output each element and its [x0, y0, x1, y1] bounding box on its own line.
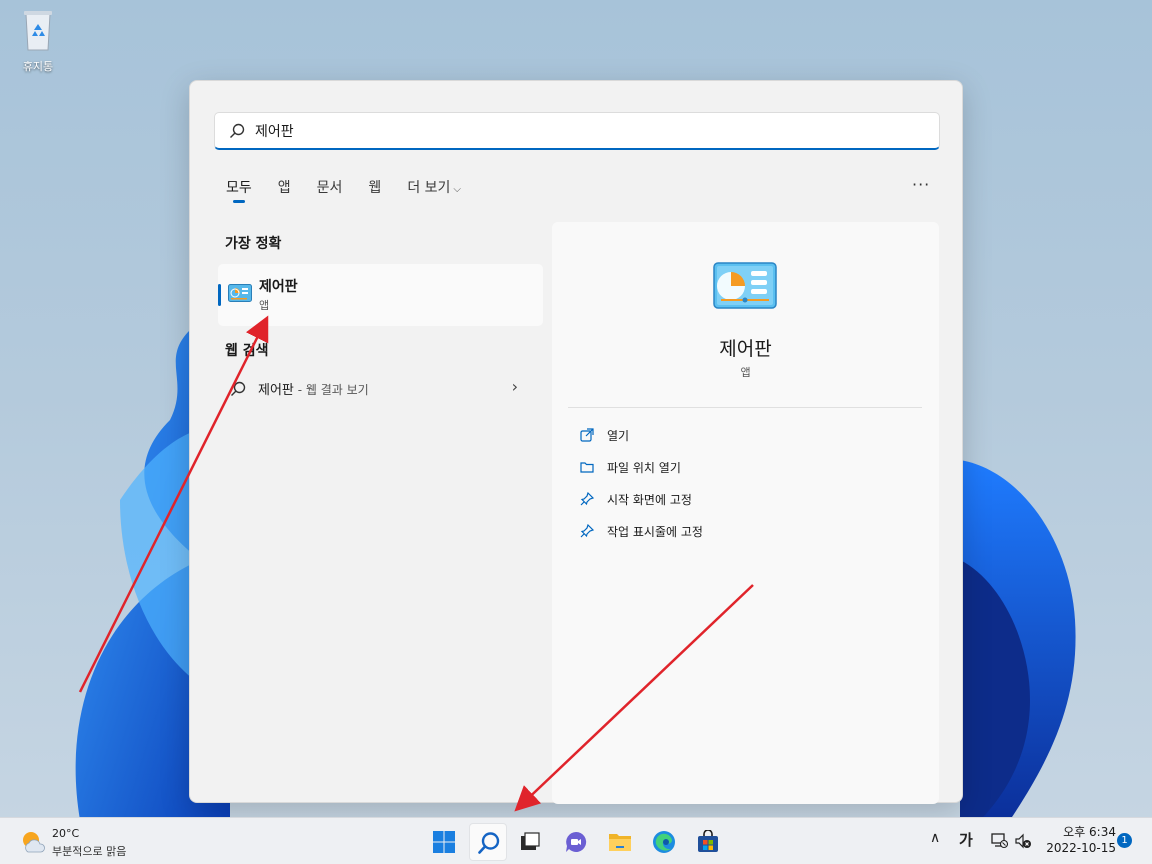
search-panel: 제어판 모두 앱 문서 웹 더 보기 ⌵ ··· 가장 정확 제어판 앱 웹 검색… — [189, 80, 963, 804]
selection-indicator — [218, 284, 221, 306]
action-pin-to-start-label: 시작 화면에 고정 — [607, 493, 692, 507]
chevron-right-icon: › — [511, 377, 518, 396]
weather-condition: 부분적으로 맑음 — [52, 845, 127, 858]
search-icon — [478, 832, 500, 854]
clock-time: 오후 6:34 — [1063, 825, 1116, 839]
filter-tabs: 모두 앱 문서 웹 더 보기 ⌵ — [226, 177, 487, 203]
detail-title: 제어판 — [719, 338, 772, 360]
action-open-label: 열기 — [607, 429, 630, 443]
file-explorer-icon — [609, 834, 631, 851]
web-search-item[interactable]: 제어판 - 웹 결과 보기 › — [230, 377, 530, 401]
chat-button[interactable] — [557, 823, 595, 861]
search-input[interactable]: 제어판 — [214, 112, 940, 150]
recycle-bin-label: 휴지통 — [22, 60, 54, 73]
store-icon — [698, 830, 718, 852]
chevron-down-icon: ⌵ — [453, 184, 461, 195]
notification-badge[interactable]: 1 — [1117, 833, 1132, 848]
search-icon — [231, 381, 246, 396]
more-options-button[interactable]: ··· — [912, 175, 930, 194]
search-query: 제어판 — [255, 123, 294, 140]
folder-icon — [580, 462, 594, 473]
best-match-item[interactable]: 제어판 앱 — [218, 264, 543, 326]
weather-temperature: 20°C — [52, 827, 80, 840]
action-open-file-location-label: 파일 위치 열기 — [607, 461, 681, 475]
tab-more[interactable]: 더 보기 ⌵ — [407, 177, 461, 203]
pin-icon — [580, 492, 594, 506]
action-pin-to-taskbar-label: 작업 표시줄에 고정 — [607, 525, 703, 539]
chat-icon — [566, 831, 587, 852]
divider — [568, 407, 922, 408]
detail-subtitle: 앱 — [740, 366, 751, 379]
web-search-query: 제어판 — [258, 383, 294, 398]
taskbar: 20°C 부분적으로 맑음 ∧ 가 오후 6:34 2022-10-15 1 — [0, 817, 1152, 864]
pin-icon — [580, 524, 594, 538]
volume-muted-icon[interactable] — [1014, 832, 1032, 850]
edge-button[interactable] — [645, 823, 683, 861]
weather-widget[interactable]: 20°C 부분적으로 맑음 — [18, 826, 158, 858]
input-method-indicator[interactable]: 가 — [959, 829, 973, 850]
search-icon — [230, 123, 245, 138]
search-button[interactable] — [469, 823, 507, 861]
clock-date: 2022-10-15 — [1046, 841, 1116, 855]
best-match-header: 가장 정확 — [225, 236, 282, 252]
open-external-icon — [580, 428, 594, 442]
tab-more-label: 더 보기 — [407, 180, 451, 196]
tab-web[interactable]: 웹 — [368, 177, 381, 203]
best-match-name: 제어판 — [259, 279, 298, 295]
tab-documents[interactable]: 문서 — [317, 177, 343, 203]
clock[interactable]: 오후 6:34 2022-10-15 — [1040, 824, 1116, 856]
best-match-type: 앱 — [259, 299, 270, 312]
start-icon — [433, 831, 455, 853]
task-view-icon — [521, 832, 540, 850]
start-button[interactable] — [425, 823, 463, 861]
detail-pane: 제어판 앱 열기 파일 위치 열기 시작 화면에 고정 작업 표시줄에 고정 — [552, 222, 939, 804]
partly-sunny-icon — [23, 832, 45, 853]
control-panel-icon — [228, 284, 252, 302]
recycle-bin-icon — [24, 11, 52, 51]
control-panel-icon — [713, 262, 777, 309]
web-search-suffix: - 웹 결과 보기 — [293, 383, 369, 397]
show-hidden-icons-button[interactable]: ∧ — [930, 830, 940, 846]
tab-apps[interactable]: 앱 — [278, 177, 291, 203]
task-view-button[interactable] — [511, 823, 549, 861]
network-disconnected-icon[interactable] — [990, 831, 1008, 849]
web-search-header: 웹 검색 — [225, 343, 269, 359]
file-explorer-button[interactable] — [601, 823, 639, 861]
edge-icon — [653, 831, 675, 853]
store-button[interactable] — [689, 823, 727, 861]
tab-all[interactable]: 모두 — [226, 177, 252, 203]
recycle-bin[interactable]: 휴지통 — [10, 8, 66, 74]
